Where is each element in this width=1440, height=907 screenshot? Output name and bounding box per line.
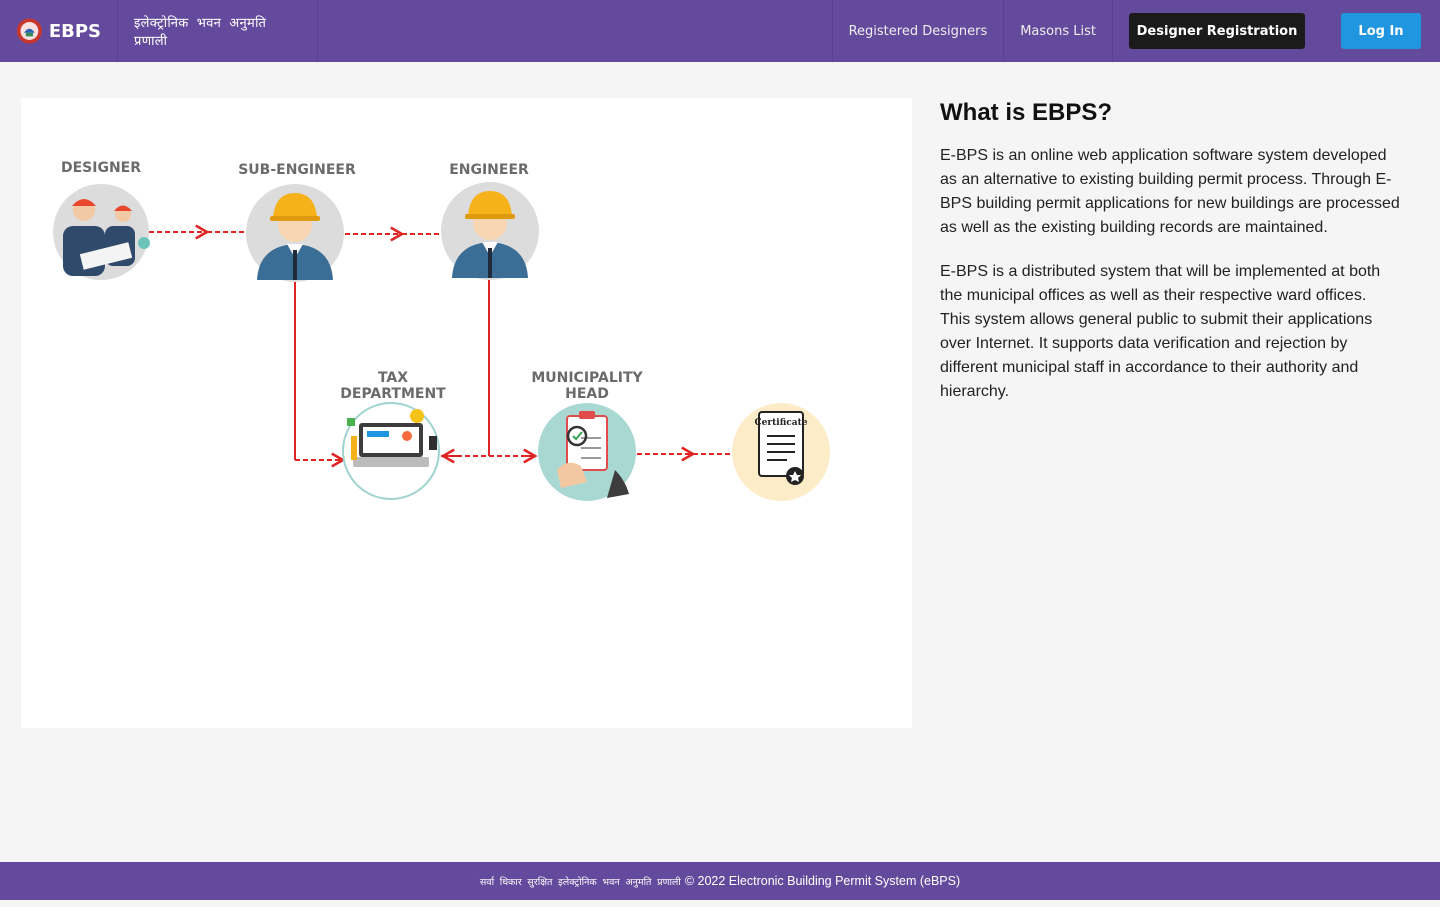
designers-icon <box>53 184 150 280</box>
certificate-text: Certificate <box>755 418 808 428</box>
laptop-icon <box>342 402 440 500</box>
node-municipality-head: MUNICIPALITY HEAD <box>531 370 644 501</box>
about-section: What is EBPS? E-BPS is an online web app… <box>940 98 1400 424</box>
node-label-head: HEAD <box>565 386 609 402</box>
node-label-tax: TAX <box>378 370 408 386</box>
node-sub-engineer: SUB-ENGINEER <box>238 162 356 282</box>
designer-registration-button[interactable]: Designer Registration <box>1129 13 1305 49</box>
nav-masons-list[interactable]: Masons List <box>1003 0 1113 62</box>
footer-copyright: © 2022 Electronic Building Permit System… <box>684 874 961 888</box>
node-label-designer: DESIGNER <box>61 160 141 176</box>
clipboard-check-icon <box>538 403 636 501</box>
nepal-emblem-icon <box>16 18 42 44</box>
node-label-department: DEPARTMENT <box>340 386 446 402</box>
about-paragraph-1: E-BPS is an online web application softw… <box>940 147 1400 236</box>
app-subtitle-box: इलेक्ट्रोनिक भवन अनुमति प्रणाली <box>118 0 318 62</box>
node-certificate: Certificate <box>732 403 830 501</box>
workflow-diagram-svg: DESIGNER SUB-ENGINEER ENGINEER TAX DEPAR… <box>53 160 830 501</box>
brand-name: EBPS <box>48 20 101 42</box>
node-label-sub-engineer: SUB-ENGINEER <box>238 162 356 178</box>
flow-arrows <box>149 224 732 468</box>
node-label-municipality: MUNICIPALITY <box>531 370 643 386</box>
sub-engineer-icon <box>246 184 344 282</box>
node-label-engineer: ENGINEER <box>449 162 529 178</box>
nav-registered-designers[interactable]: Registered Designers <box>831 0 1004 62</box>
engineer-icon <box>441 182 539 280</box>
login-button[interactable]: Log In <box>1341 13 1421 49</box>
about-paragraph-2: E-BPS is a distributed system that will … <box>940 263 1381 400</box>
certificate-icon: Certificate <box>732 403 830 501</box>
workflow-diagram: DESIGNER SUB-ENGINEER ENGINEER TAX DEPAR… <box>21 98 912 728</box>
footer: सर्वा धिकार सुरक्षित इलेक्ट्रोनिक भवन अन… <box>0 862 1440 900</box>
node-designer: DESIGNER <box>53 160 150 280</box>
about-title: What is EBPS? <box>940 99 1113 126</box>
brand[interactable]: EBPS <box>0 0 118 62</box>
footer-nepali-text: सर्वा धिकार सुरक्षित इलेक्ट्रोनिक भवन अन… <box>479 876 681 888</box>
node-engineer: ENGINEER <box>441 162 539 280</box>
node-tax-department: TAX DEPARTMENT <box>340 370 446 500</box>
app-subtitle: इलेक्ट्रोनिक भवन अनुमति प्रणाली <box>134 16 267 49</box>
